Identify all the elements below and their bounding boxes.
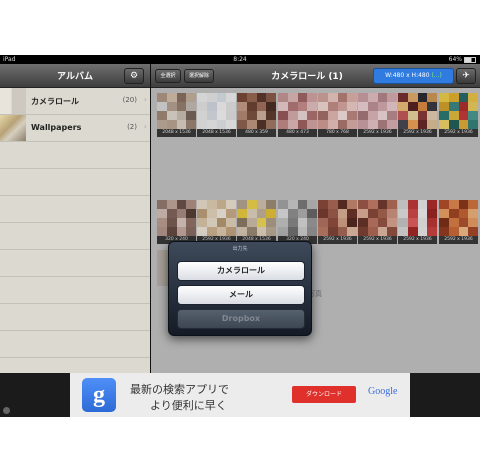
- google-search-app-icon: g: [82, 378, 116, 412]
- photos-title: カメラロール (1): [271, 72, 343, 82]
- export-dropbox-button: Dropbox: [177, 309, 305, 329]
- settings-button[interactable]: ⚙: [124, 68, 144, 84]
- chevron-right-icon: ›: [143, 122, 147, 131]
- output-size-label: W:480 x H:480: [385, 72, 432, 79]
- ad-banner[interactable]: g 最新の検索アプリで より便利に早く ダウンロード Google: [70, 373, 410, 417]
- chevron-right-icon: ›: [143, 95, 147, 104]
- album-thumbnail: [0, 88, 26, 114]
- output-size-button[interactable]: W:480 x H:480 (...): [373, 68, 454, 84]
- albums-navbar: アルバム ⚙: [0, 64, 150, 88]
- ad-text-line2: より便利に早く: [150, 399, 227, 412]
- export-destination-popup: 出力先 カメラロール メール Dropbox: [168, 241, 312, 336]
- album-row-wallpapers[interactable]: Wallpapers (2) ›: [0, 115, 150, 142]
- album-count: (20): [122, 96, 137, 104]
- ad-text-line1: 最新の検索アプリで: [130, 383, 229, 396]
- gear-icon: ⚙: [129, 71, 139, 81]
- album-thumbnail: [0, 115, 26, 141]
- export-camera-roll-button[interactable]: カメラロール: [177, 261, 305, 281]
- battery-icon: [464, 56, 476, 63]
- output-size-extra: (...): [431, 72, 442, 79]
- ad-info-icon[interactable]: [3, 407, 10, 414]
- select-all-button[interactable]: 全選択: [155, 69, 181, 83]
- album-name: Wallpapers: [31, 123, 82, 132]
- export-mail-button[interactable]: メール: [177, 285, 305, 305]
- popup-title: 出力先: [232, 246, 248, 252]
- deselect-button[interactable]: 選択解除: [184, 69, 214, 83]
- ad-download-button[interactable]: ダウンロード: [292, 386, 356, 403]
- status-bar: iPad 8:24 64%: [0, 55, 480, 64]
- status-time: 8:24: [233, 56, 247, 63]
- share-button[interactable]: ✈: [456, 68, 476, 84]
- album-row-camera-roll[interactable]: カメラロール (20) ›: [0, 88, 150, 115]
- ipad-screen: iPad 8:24 64% アルバム ⚙ カメラロール (20) › Wallp…: [0, 55, 480, 417]
- share-icon: ✈: [462, 71, 470, 81]
- album-name: カメラロール: [31, 97, 79, 106]
- album-list: カメラロール (20) › Wallpapers (2) ›: [0, 88, 150, 417]
- battery-indicator: 64%: [449, 55, 476, 64]
- google-wordmark: Google: [368, 386, 398, 397]
- battery-percent: 64%: [448, 56, 462, 63]
- photos-navbar: 全選択 選択解除 カメラロール (1) W:480 x H:480 (...) …: [151, 64, 480, 88]
- album-count: (2): [127, 123, 137, 131]
